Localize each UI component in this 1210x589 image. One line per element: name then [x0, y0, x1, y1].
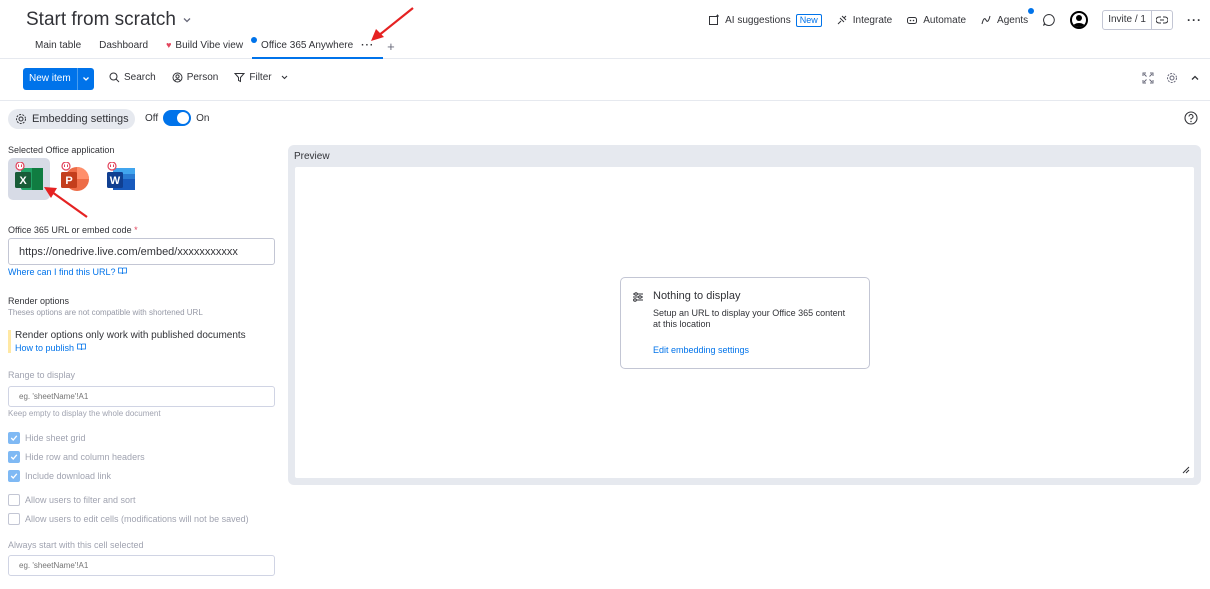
chevron-up-icon[interactable] [1190, 73, 1200, 83]
checkbox[interactable] [8, 451, 20, 463]
toolbar-tools: Search Person Filter [109, 72, 289, 83]
search-button[interactable]: Search [109, 72, 156, 83]
checkbox[interactable] [8, 432, 20, 444]
how-to-publish-link[interactable]: How to publish [15, 343, 246, 353]
checkbox[interactable] [8, 470, 20, 482]
office-url-input[interactable] [8, 238, 275, 265]
notification-dot [251, 37, 258, 43]
invite-button[interactable]: Invite / 1 [1102, 10, 1173, 30]
gear-icon[interactable] [1166, 72, 1178, 84]
chevron-down-icon [281, 75, 287, 80]
ai-suggestions-button[interactable]: AI suggestions New [708, 13, 822, 27]
word-icon: W [107, 162, 135, 190]
new-item-button[interactable]: New item [23, 68, 94, 90]
checkbox-hide-headers[interactable]: Hide row and column headers [8, 451, 145, 463]
integrate-button[interactable]: Integrate [836, 14, 892, 26]
agents-notification-dot [1028, 8, 1035, 14]
checkbox-include-download[interactable]: Include download link [8, 470, 111, 482]
heart-icon: ♥ [166, 40, 172, 50]
selected-app-title: Selected Office application [8, 145, 115, 155]
agents-icon [981, 15, 991, 25]
word-option[interactable]: W [100, 158, 142, 200]
toggle-on-label: On [196, 112, 210, 124]
render-options-subtitle: Theses options are not compatible with s… [8, 308, 203, 317]
checkbox[interactable] [8, 494, 20, 506]
excel-option[interactable]: X [8, 158, 50, 200]
ai-sparkle-icon [709, 14, 720, 25]
powerpoint-icon: P [61, 162, 89, 191]
header-actions: AI suggestions New Integrate Automate Ag… [708, 8, 1202, 30]
checkbox-hide-sheet-grid[interactable]: Hide sheet grid [8, 432, 86, 444]
board-header: Start from scratch Main table Dashboard … [0, 0, 1210, 59]
embedding-toggle-group: Off On [145, 110, 210, 126]
preview-title: Preview [294, 151, 330, 162]
toolbar-right [1142, 72, 1200, 84]
render-options-title: Render options [8, 296, 70, 306]
search-icon [109, 72, 120, 83]
chevron-down-icon[interactable] [78, 75, 94, 83]
board-toolbar: New item Search Person Filter [0, 59, 1210, 101]
svg-text:P: P [65, 175, 72, 187]
tab-more-icon[interactable]: ··· [361, 40, 374, 51]
link-icon[interactable] [1152, 15, 1172, 25]
book-icon [76, 343, 86, 351]
empty-state-card: Nothing to display Setup an URL to displ… [620, 277, 870, 369]
excel-icon: X [15, 162, 43, 190]
filter-button[interactable]: Filter [234, 72, 288, 83]
agents-button[interactable]: Agents [980, 8, 1035, 26]
gear-icon [16, 114, 26, 124]
svg-text:W: W [110, 175, 121, 187]
required-mark: * [134, 225, 138, 235]
more-options-icon[interactable]: ··· [1187, 13, 1202, 27]
sliders-icon [633, 292, 643, 302]
where-url-link[interactable]: Where can I find this URL? [8, 267, 127, 277]
notice-text: Render options only work with published … [15, 330, 246, 341]
chevron-down-icon [183, 18, 191, 23]
url-label: Office 365 URL or embed code * [8, 225, 138, 235]
empty-state-description: Setup an URL to display your Office 365 … [653, 308, 846, 329]
checkbox-edit-cells[interactable]: Allow users to edit cells (modifications… [8, 513, 249, 525]
empty-state-title: Nothing to display [653, 290, 741, 302]
view-tabs: Main table Dashboard ♥ Build Vibe view O… [26, 36, 403, 59]
start-cell-input[interactable] [8, 555, 275, 576]
filter-icon [234, 73, 246, 83]
tab-office-365-anywhere[interactable]: Office 365 Anywhere ··· [251, 36, 384, 59]
checkbox-filter-sort[interactable]: Allow users to filter and sort [8, 494, 136, 506]
person-icon [172, 72, 183, 83]
embedding-toggle[interactable] [163, 110, 192, 126]
board-title[interactable]: Start from scratch [26, 9, 192, 31]
tab-dashboard[interactable]: Dashboard [90, 36, 157, 59]
toggle-off-label: Off [145, 112, 159, 124]
board-title-text: Start from scratch [26, 9, 176, 30]
help-icon[interactable] [1184, 111, 1198, 125]
powerpoint-option[interactable]: P [54, 158, 96, 200]
book-icon [118, 267, 127, 275]
start-cell-label: Always start with this cell selected [8, 540, 144, 550]
fullscreen-icon[interactable] [1142, 72, 1154, 84]
range-hint: Keep empty to display the whole document [8, 409, 161, 418]
tab-main-table[interactable]: Main table [26, 36, 90, 59]
user-avatar[interactable] [1070, 11, 1089, 29]
automate-button[interactable]: Automate [906, 14, 966, 26]
embedding-settings-button[interactable]: Embedding settings [8, 109, 135, 129]
checkbox[interactable] [8, 513, 20, 525]
add-view-button[interactable]: + [383, 36, 403, 54]
edit-embedding-settings-link[interactable]: Edit embedding settings [653, 345, 749, 355]
chat-bubble-icon[interactable] [1042, 13, 1056, 27]
resize-handle-icon[interactable] [1181, 465, 1190, 474]
range-label: Range to display [8, 370, 76, 380]
svg-text:X: X [19, 175, 27, 187]
integrate-icon [837, 15, 847, 25]
robot-icon [907, 17, 918, 24]
office-app-picker: X P W [8, 158, 142, 200]
new-badge: New [795, 13, 822, 27]
person-filter-button[interactable]: Person [172, 72, 218, 83]
range-input[interactable] [8, 386, 275, 407]
render-notice: Render options only work with published … [8, 330, 246, 353]
tab-build-vibe-view[interactable]: ♥ Build Vibe view [157, 36, 252, 59]
